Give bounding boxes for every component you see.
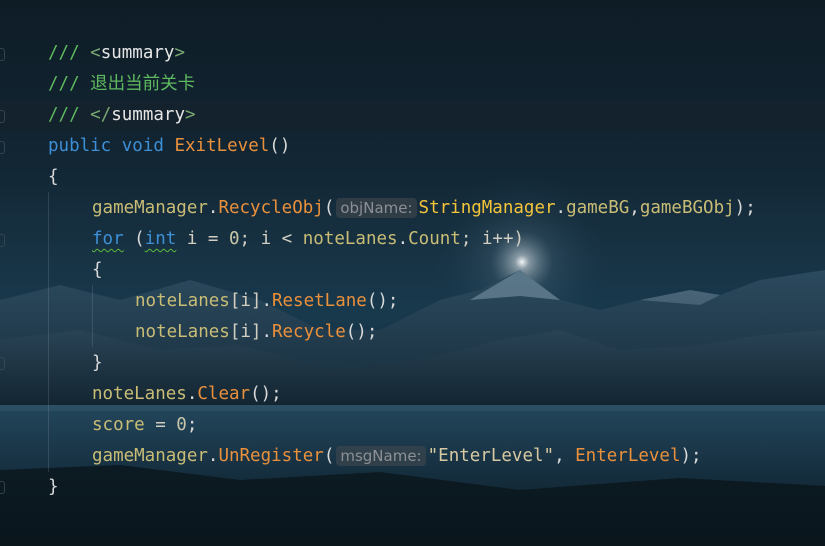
number-literal: 0 [228,229,240,249]
code-editor[interactable]: /// <summary> /// 退出当前关卡 /// </summary> … [0,0,825,546]
code-line-6[interactable]: gameManager.RecycleObj(objName: StringMan… [92,193,756,224]
code-line-11[interactable]: } [92,348,103,379]
code-line-1[interactable]: /// <summary> [48,38,185,69]
number-literal: 0 [176,415,187,435]
code-line-7[interactable]: for (int i = 0; i < noteLanes.Count; i++… [92,224,524,255]
fold-marker-icon[interactable] [0,110,5,123]
method-name: ExitLevel [174,136,270,156]
statement-end: ); [734,198,756,218]
lparen: ( [323,198,335,218]
identifier: gameBG [566,198,630,218]
statement-end: ); [680,446,702,466]
statement-end: (); [250,384,282,404]
method-call: RecycleObj [218,198,324,218]
method-call: Recycle [271,322,346,342]
xml-tag-close: > [185,105,196,125]
dot: . [261,291,272,311]
identifier: noteLanes [92,384,187,404]
close-brace: } [92,353,103,373]
lparen: ( [323,446,335,466]
code-line-2[interactable]: /// 退出当前关卡 [48,69,195,100]
comma: , [629,198,640,218]
identifier: noteLanes [302,229,398,249]
code-line-8[interactable]: { [92,255,103,286]
method-call: Clear [197,384,251,404]
class-name: StringManager [418,198,556,218]
dot: . [207,198,219,218]
identifier: score [92,415,145,435]
assign: = [144,415,177,435]
statement-end: ; [186,415,198,435]
statement-end: (); [366,291,399,311]
identifier: noteLanes [135,322,230,342]
code-line-15[interactable]: } [48,472,59,503]
keyword-public: public [48,136,112,156]
loop-init: i = [176,229,229,249]
statement-end: (); [345,322,378,342]
comment-text: 退出当前关卡 [90,74,196,94]
index: [i] [229,322,262,342]
xml-tag-name: summary [100,43,175,63]
code-line-5[interactable]: { [48,162,59,193]
dot: . [186,384,198,404]
method-call: UnRegister [218,446,324,466]
parameter-hint: msgName: [336,446,426,466]
code-line-4[interactable]: public void ExitLevel() [48,131,290,162]
comma: , [554,446,576,466]
code-line-3[interactable]: /// </summary> [48,100,196,131]
property: Count [408,229,461,249]
method-call: ResetLane [271,291,367,311]
comment-slashes: /// [48,43,91,63]
comment-slashes: /// [48,105,91,125]
keyword-int: int [144,229,177,249]
identifier: gameBGObj [639,198,735,218]
parameter-hint: objName: [336,198,417,218]
loop-increment: ; i++) [460,229,525,249]
code-line-10[interactable]: noteLanes[i].Recycle(); [135,317,377,348]
parens: () [269,136,291,156]
xml-tag-open: < [90,43,101,63]
comment-slashes: /// [48,74,91,94]
dot: . [397,229,409,249]
code-line-13[interactable]: score = 0; [92,410,197,441]
fold-marker-icon[interactable] [0,48,5,61]
dot: . [555,198,567,218]
fold-marker-icon[interactable] [0,234,5,247]
indent-guide [92,285,93,347]
indent-guide [48,192,49,472]
index: [i] [229,291,262,311]
fold-marker-icon[interactable] [0,481,5,494]
code-line-14[interactable]: gameManager.UnRegister(msgName: "EnterLev… [92,441,702,472]
string-literal: "EnterLevel" [427,446,555,466]
lparen: ( [123,229,145,249]
open-brace: { [48,167,59,187]
identifier: gameManager [92,446,208,466]
fold-marker-icon[interactable] [0,141,5,154]
fold-marker-icon[interactable] [0,357,5,370]
xml-tag-open: </ [90,105,112,125]
code-line-12[interactable]: noteLanes.Clear(); [92,379,282,410]
code-line-9[interactable]: noteLanes[i].ResetLane(); [135,286,398,317]
xml-tag-name: summary [111,105,185,125]
xml-tag-close: > [174,43,186,63]
close-brace: } [48,477,59,497]
identifier: noteLanes [135,291,230,311]
open-brace: { [92,260,103,280]
keyword-void: void [121,136,164,156]
dot: . [261,322,272,342]
keyword-for: for [92,229,124,249]
method-reference: EnterLevel [575,446,681,466]
identifier: gameManager [92,198,208,218]
dot: . [207,446,219,466]
loop-condition: ; i < [239,229,303,249]
